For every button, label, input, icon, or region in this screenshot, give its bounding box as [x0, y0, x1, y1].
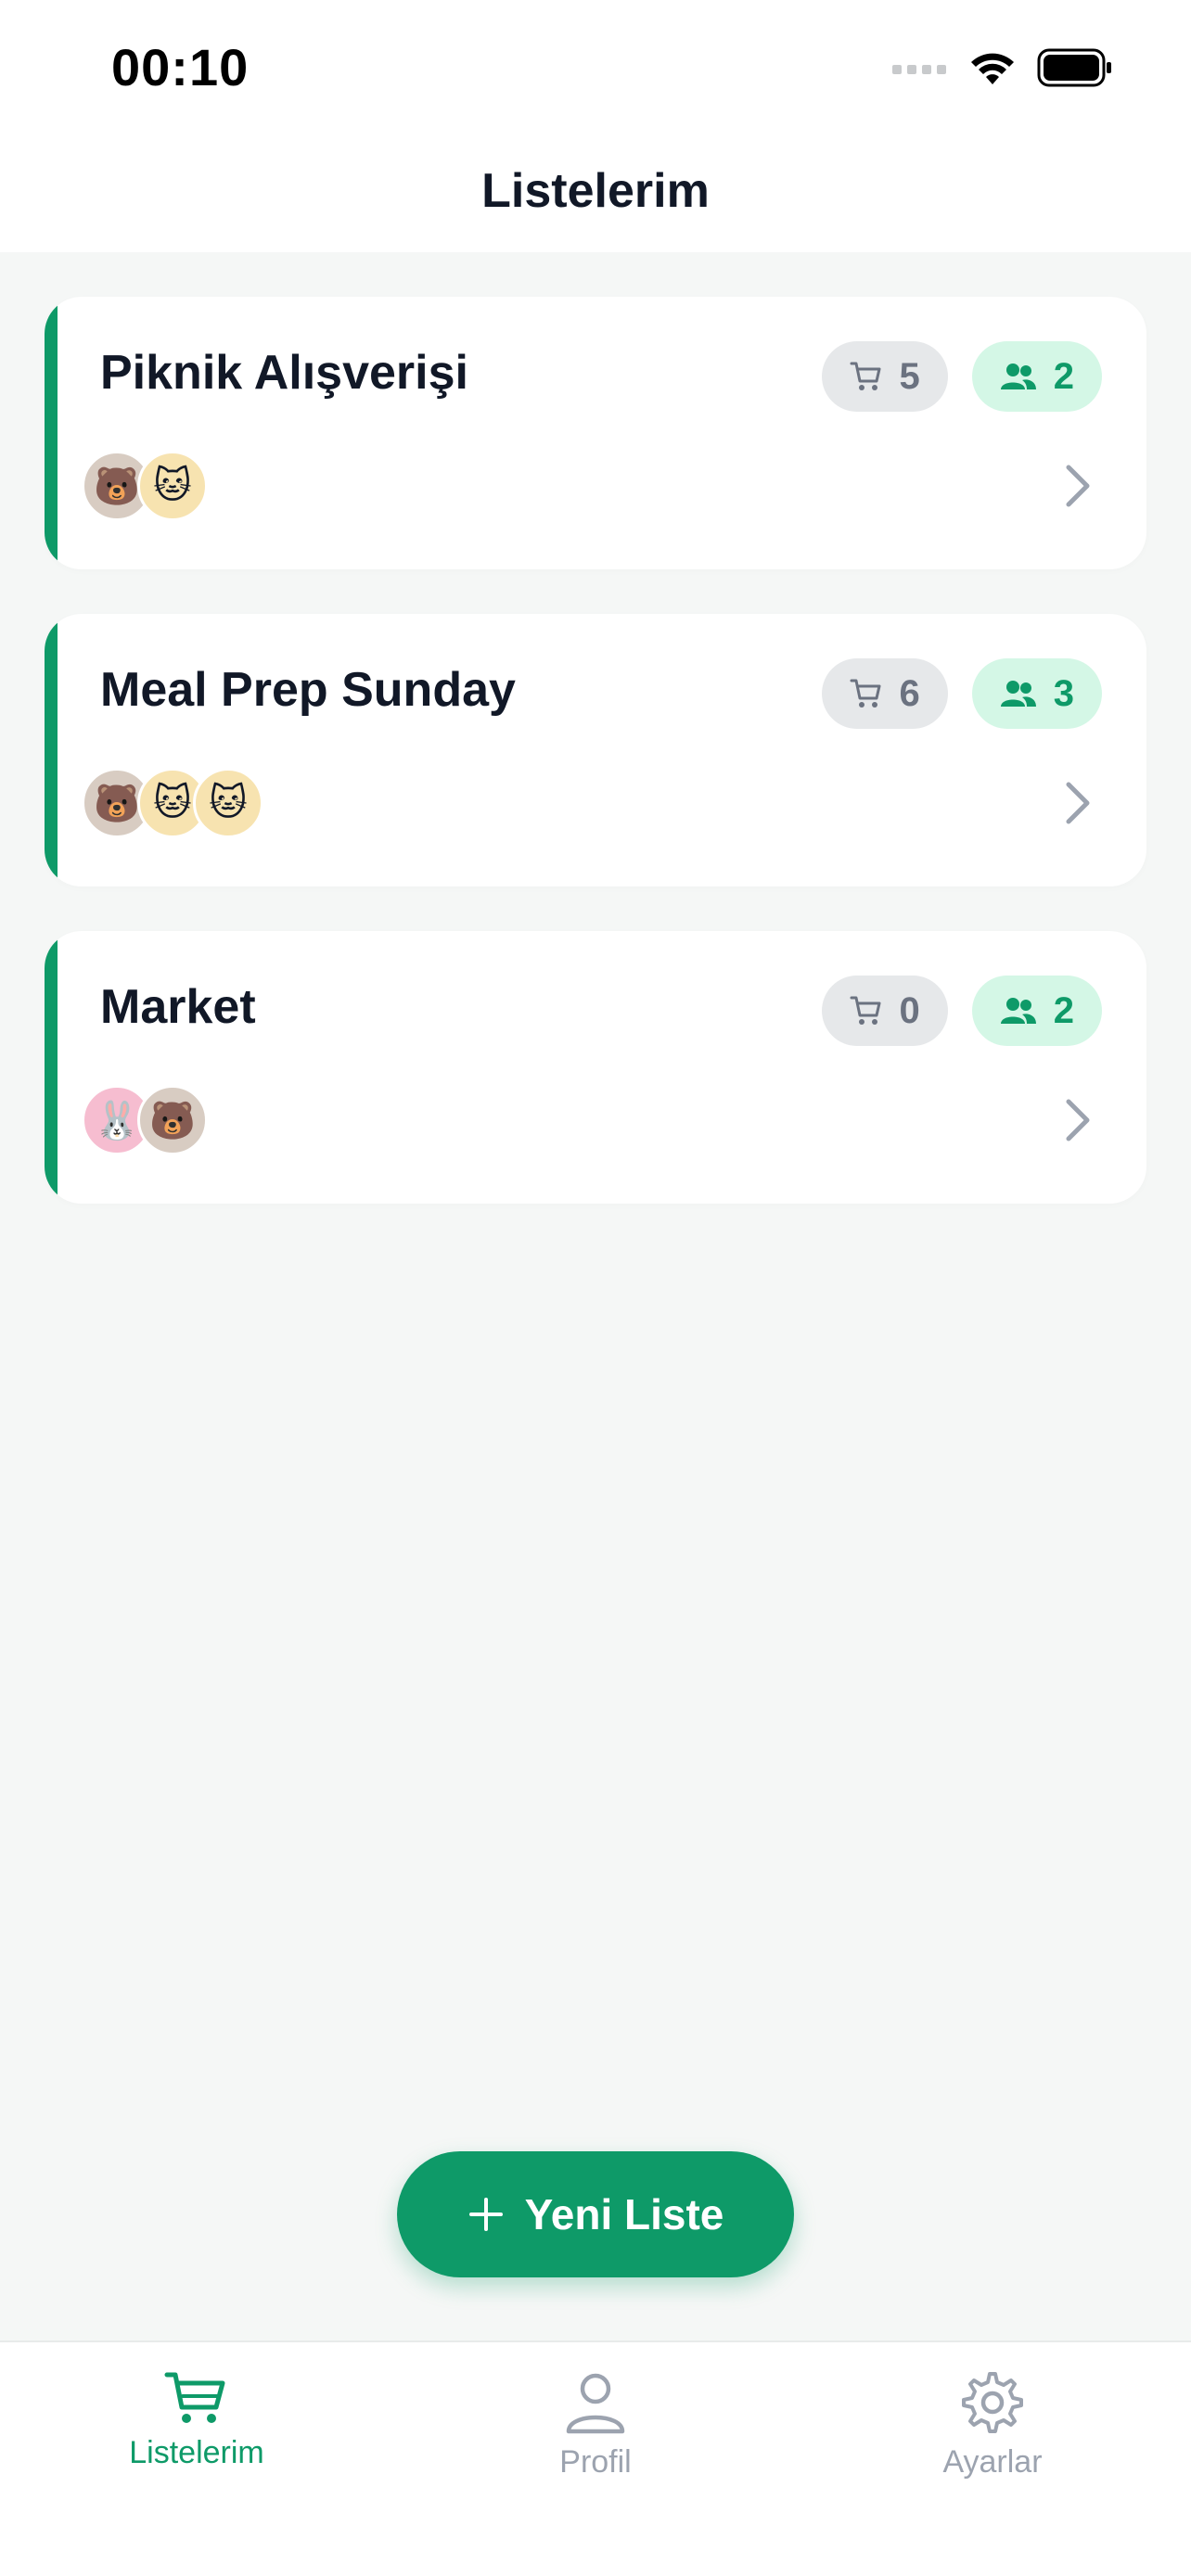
items-count: 0 [899, 989, 920, 1031]
list-card[interactable]: Meal Prep Sunday 6 3 🐻 🐱 🐱 [45, 614, 1146, 886]
members-count: 2 [1053, 355, 1074, 397]
cart-icon [164, 2372, 225, 2423]
header: Listelerim [0, 130, 1191, 252]
card-accent-bar [45, 297, 58, 569]
new-list-label: Yeni Liste [524, 2190, 724, 2238]
new-list-button[interactable]: Yeni Liste [397, 2151, 794, 2277]
cart-icon [850, 362, 880, 390]
cart-icon [850, 996, 880, 1025]
tab-lists[interactable]: Listelerim [58, 2370, 336, 2471]
app-screen: 00:10 Listelerim Piknik Alışverişi 5 2 🐻… [0, 0, 1191, 2576]
people-icon [1000, 681, 1036, 707]
tab-bar: Listelerim Profil Ayarlar [0, 2340, 1191, 2576]
tab-profile[interactable]: Profil [456, 2370, 735, 2480]
wifi-icon [971, 53, 1014, 84]
items-count-badge: 6 [821, 658, 948, 729]
battery-icon [1037, 48, 1111, 87]
list-card[interactable]: Piknik Alışverişi 5 2 🐻 🐱 [45, 297, 1146, 569]
members-count-badge: 3 [971, 658, 1102, 729]
members-count-badge: 2 [971, 976, 1102, 1046]
person-icon [566, 2373, 625, 2434]
list-title: Piknik Alışverişi [100, 346, 468, 400]
page-title: Listelerim [481, 164, 710, 218]
list-card[interactable]: Market 0 2 🐰 🐻 [45, 931, 1146, 1204]
cellular-signal-icon [892, 65, 946, 74]
card-accent-bar [45, 614, 58, 886]
tab-label: Listelerim [129, 2435, 264, 2470]
status-bar: 00:10 [0, 0, 1191, 130]
member-avatars: 🐰 🐻 [82, 1085, 208, 1155]
plus-icon [468, 2198, 503, 2231]
list-title: Market [100, 980, 256, 1034]
members-count-badge: 2 [971, 341, 1102, 412]
gear-icon [962, 2372, 1023, 2433]
cart-icon [850, 679, 880, 708]
tab-label: Profil [559, 2444, 632, 2480]
members-count: 2 [1053, 989, 1074, 1031]
avatar: 🐱 [193, 768, 263, 838]
avatar: 🐻 [137, 1085, 208, 1155]
member-avatars: 🐻 🐱 [82, 451, 208, 521]
chevron-right-icon [1066, 1099, 1090, 1141]
items-count: 5 [899, 355, 920, 397]
items-count: 6 [899, 672, 920, 714]
status-time: 00:10 [111, 38, 250, 96]
chevron-right-icon [1066, 465, 1090, 507]
list-badges: 0 2 [821, 976, 1102, 1046]
avatar: 🐱 [137, 451, 208, 521]
member-avatars: 🐻 🐱 🐱 [82, 768, 263, 838]
card-accent-bar [45, 931, 58, 1204]
tab-settings[interactable]: Ayarlar [853, 2370, 1132, 2480]
items-count-badge: 5 [821, 341, 948, 412]
people-icon [1000, 998, 1036, 1024]
list-badges: 5 2 [821, 341, 1102, 412]
items-count-badge: 0 [821, 976, 948, 1046]
members-count: 3 [1053, 672, 1074, 714]
chevron-right-icon [1066, 782, 1090, 824]
status-icons [892, 45, 1113, 91]
people-icon [1000, 363, 1036, 389]
list-title: Meal Prep Sunday [100, 663, 516, 717]
list-badges: 6 3 [821, 658, 1102, 729]
tab-label: Ayarlar [942, 2444, 1043, 2480]
